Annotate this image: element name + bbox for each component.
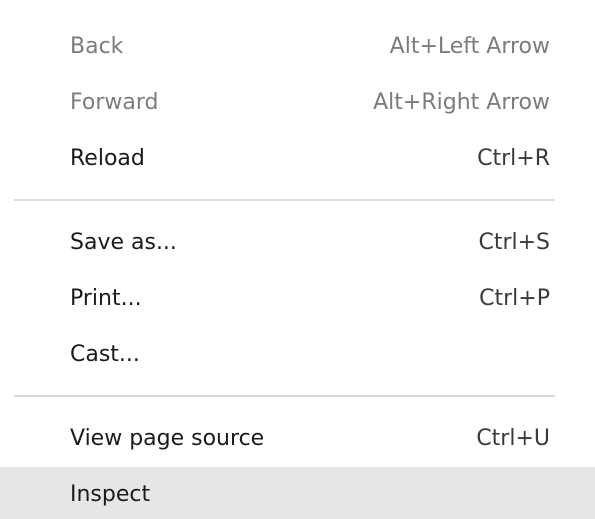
menu-separator (14, 199, 555, 201)
menu-item-back[interactable]: Back Alt+Left Arrow (0, 19, 595, 75)
menu-item-label: Inspect (70, 482, 151, 507)
menu-item-save-as[interactable]: Save as... Ctrl+S (0, 215, 595, 271)
menu-item-shortcut: Ctrl+U (476, 426, 550, 451)
menu-item-label: Print... (70, 286, 142, 311)
menu-item-label: Reload (70, 146, 145, 171)
menu-item-cast[interactable]: Cast... (0, 327, 595, 383)
menu-item-print[interactable]: Print... Ctrl+P (0, 271, 595, 327)
menu-item-view-page-source[interactable]: View page source Ctrl+U (0, 411, 595, 467)
menu-item-label: View page source (70, 426, 265, 451)
menu-item-label: Back (70, 34, 124, 59)
menu-item-shortcut: Alt+Left Arrow (389, 34, 550, 59)
menu-item-label: Cast... (70, 342, 140, 367)
menu-item-shortcut: Ctrl+R (477, 146, 550, 171)
menu-item-shortcut: Ctrl+S (478, 230, 550, 255)
menu-separator (14, 395, 555, 397)
menu-item-label: Forward (70, 90, 159, 115)
menu-item-inspect[interactable]: Inspect (0, 467, 595, 519)
context-menu: Back Alt+Left Arrow Forward Alt+Right Ar… (0, 0, 595, 519)
menu-item-label: Save as... (70, 230, 177, 255)
menu-item-shortcut: Alt+Right Arrow (373, 90, 550, 115)
menu-item-reload[interactable]: Reload Ctrl+R (0, 131, 595, 187)
menu-item-shortcut: Ctrl+P (479, 286, 550, 311)
menu-item-forward[interactable]: Forward Alt+Right Arrow (0, 75, 595, 131)
